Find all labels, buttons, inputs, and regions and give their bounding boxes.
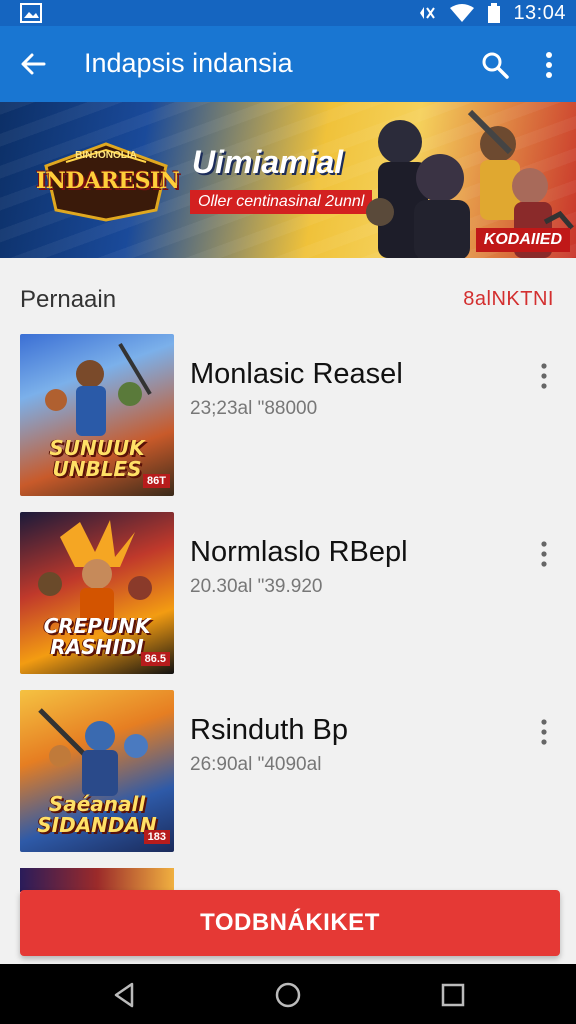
promo-banner[interactable]: BINJONOLIA INDARESIN Uimiamial Oller cen… — [0, 102, 576, 258]
system-navigation-bar — [0, 964, 576, 1024]
list-item-partial-thumbnail[interactable] — [20, 868, 174, 892]
gallery-icon — [20, 3, 42, 23]
game-title: Rsinduth Bp — [190, 714, 348, 746]
app-bar: Indapsis indansia — [0, 26, 576, 102]
primary-action-button[interactable]: TODBNÁKIKET — [20, 890, 560, 956]
banner-badge: KODAIIED — [475, 228, 570, 252]
banner-headline: Uimiamial — [192, 144, 344, 180]
game-cover-tag: 86.5 — [140, 652, 170, 666]
nav-home-icon[interactable] — [273, 980, 303, 1010]
game-meta: 26:90al "4090al — [190, 754, 322, 775]
wifi-icon — [450, 4, 475, 22]
game-meta: 23;23al "88000 — [190, 398, 318, 419]
section-title: Pernaain — [20, 286, 117, 313]
item-more-icon[interactable] — [534, 718, 554, 746]
banner-logo-subtitle: BINJONOLIA — [75, 150, 137, 161]
back-arrow-icon[interactable] — [18, 48, 50, 80]
list-item[interactable]: SUNUUK UNBLES 86T Monlasic Reasel 23;23a… — [0, 334, 576, 498]
search-icon[interactable] — [480, 50, 510, 80]
game-title: Monlasic Reasel — [190, 358, 403, 390]
banner-subheadline: Oller centinasinal 2unnl — [190, 190, 373, 214]
nav-recents-icon[interactable] — [438, 980, 468, 1010]
list-item[interactable]: CREPUNK RASHIDI 86.5 Normlaslo RBepl 20.… — [0, 512, 576, 676]
status-icons: 13:04 — [417, 0, 566, 26]
status-bar: 13:04 — [0, 0, 576, 26]
game-cover-thumbnail: SUNUUK UNBLES 86T — [20, 334, 174, 496]
app-title: Indapsis indansia — [84, 48, 293, 78]
status-time: 13:04 — [513, 1, 566, 24]
list-item[interactable]: Saéanall SIDANDAN 183 Rsinduth Bp 26:90a… — [0, 690, 576, 854]
section-see-all-link[interactable]: 8alNKTNI — [463, 288, 554, 311]
battery-icon — [488, 3, 501, 23]
game-cover-tag: 86T — [143, 474, 170, 488]
game-meta: 20.30al "39.920 — [190, 576, 323, 597]
more-vert-icon[interactable] — [538, 50, 560, 80]
game-cover-thumbnail: CREPUNK RASHIDI 86.5 — [20, 512, 174, 674]
nav-back-icon[interactable] — [110, 980, 140, 1010]
item-more-icon[interactable] — [534, 362, 554, 390]
item-more-icon[interactable] — [534, 540, 554, 568]
game-cover-thumbnail: Saéanall SIDANDAN 183 — [20, 690, 174, 852]
mute-icon — [420, 7, 436, 19]
game-title: Normlaslo RBepl — [190, 536, 408, 568]
banner-logo-title: INDARESIN — [36, 168, 180, 194]
game-cover-tag: 183 — [143, 830, 170, 844]
